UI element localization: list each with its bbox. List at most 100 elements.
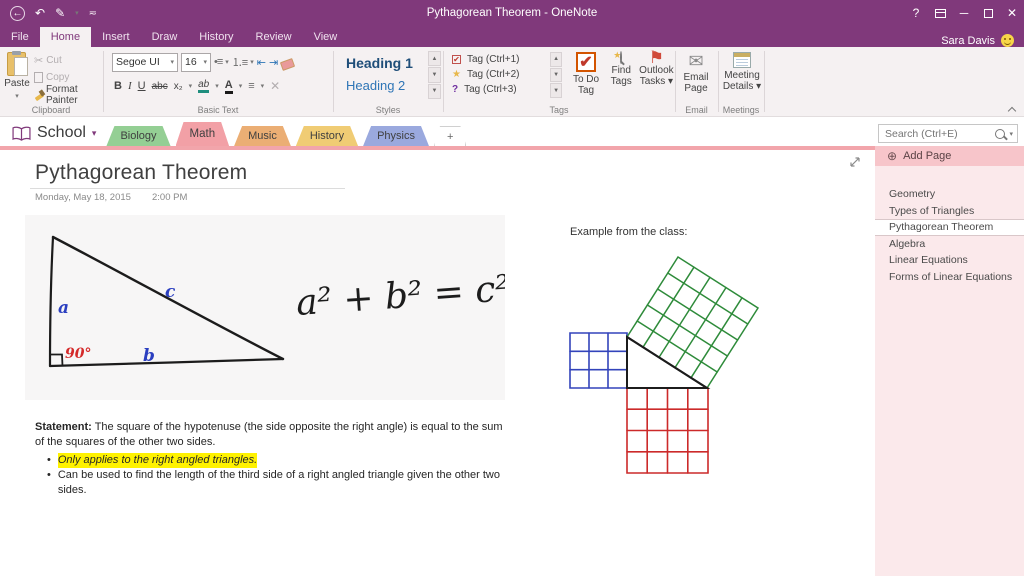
find-tags-label: Find Tags <box>611 65 632 87</box>
ribbon-display-options-button[interactable] <box>928 0 952 26</box>
decrease-indent-icon[interactable]: ⇤ <box>257 56 266 69</box>
tab-review[interactable]: Review <box>245 27 303 47</box>
quick-access-toolbar: ← ↶ ✎ ▾ ≂ <box>0 6 97 21</box>
user-account[interactable]: Sara Davis <box>941 34 1024 47</box>
search-icon[interactable] <box>995 129 1005 139</box>
page-list-item[interactable]: Forms of Linear Equations <box>875 269 1024 286</box>
numbered-list-icon[interactable]: ⒈≡ <box>232 54 247 70</box>
search-box[interactable]: ▾ <box>878 124 1018 143</box>
section-tab-math[interactable]: Math <box>176 122 230 146</box>
font-name-select[interactable]: Segoe UI ▾ <box>112 53 178 72</box>
minimize-button[interactable]: ─ <box>952 0 976 26</box>
highlight-button[interactable]: ab <box>198 79 209 93</box>
section-tab-biology[interactable]: Biology <box>106 126 170 146</box>
meeting-details-button[interactable]: Meeting Details ▾ <box>721 49 763 103</box>
increase-indent-icon[interactable]: ⇥ <box>269 56 278 69</box>
clear-button[interactable]: ✕ <box>270 79 280 93</box>
font-size-select[interactable]: 16 ▾ <box>181 53 211 72</box>
style-heading1[interactable]: Heading 1 <box>340 51 426 74</box>
tab-view[interactable]: View <box>303 27 349 47</box>
back-icon[interactable]: ← <box>10 6 25 21</box>
cut-button[interactable]: ✂ Cut <box>32 53 102 69</box>
new-section-tab[interactable]: + <box>434 126 466 146</box>
search-scope-dropdown-icon[interactable]: ▾ <box>1009 130 1013 138</box>
statement-label: Statement: <box>35 421 92 433</box>
notebook-name: School <box>37 124 86 142</box>
notebook-icon <box>12 126 31 141</box>
clear-formatting-icon[interactable] <box>280 58 295 71</box>
touch-mouse-mode-icon[interactable]: ✎ <box>55 6 65 20</box>
bullet-list-icon[interactable]: •≡ <box>214 56 222 68</box>
collapse-ribbon-icon[interactable] <box>1009 106 1016 113</box>
strikethrough-button[interactable]: abc <box>152 81 168 92</box>
statement-block[interactable]: Statement: The square of the hypotenuse … <box>35 420 511 498</box>
style-heading2[interactable]: Heading 2 <box>340 74 426 97</box>
undo-icon[interactable]: ↶ <box>35 6 45 20</box>
tab-file[interactable]: File <box>0 27 40 47</box>
bullet-dropdown-icon[interactable]: ▾ <box>225 58 229 66</box>
search-input[interactable] <box>885 128 991 140</box>
bullet-dot: • <box>47 468 51 498</box>
paste-button[interactable]: Paste ▾ <box>2 49 32 103</box>
section-tab-physics[interactable]: Physics <box>363 126 429 146</box>
notebook-switcher[interactable]: School ▾ <box>0 124 106 146</box>
font-color-button[interactable]: A <box>225 79 233 94</box>
highlight-dropdown-icon[interactable]: ▾ <box>215 82 219 90</box>
outlook-flag-icon: ⚑ <box>649 52 664 63</box>
full-page-view-icon[interactable] <box>849 156 861 168</box>
number-dropdown-icon[interactable]: ▾ <box>250 58 254 66</box>
tab-insert[interactable]: Insert <box>91 27 141 47</box>
styles-scroll-up-icon[interactable]: ▲ <box>428 51 441 66</box>
page-list-item[interactable]: Geometry <box>875 186 1024 203</box>
section-tab-music[interactable]: Music <box>234 126 291 146</box>
subscript-button[interactable]: x₂ <box>174 81 183 92</box>
paragraph-align-button[interactable]: ≡ <box>248 80 254 92</box>
underline-button[interactable]: U <box>138 80 146 92</box>
add-page-button[interactable]: ⊕ Add Page <box>875 146 1024 166</box>
find-tags-button[interactable]: ★ Find Tags <box>604 49 639 103</box>
tags-more-icon[interactable]: ▼ <box>550 83 563 98</box>
page-canvas[interactable]: Pythagorean Theorem Monday, May 18, 2015… <box>0 150 875 576</box>
squares-proof-drawing[interactable] <box>560 245 785 480</box>
tag-ctrl3[interactable]: ? Tag (Ctrl+3) <box>446 82 548 97</box>
format-painter-button[interactable]: Format Painter <box>32 86 102 103</box>
touch-mode-dropdown-icon[interactable]: ▾ <box>75 9 79 17</box>
customize-qat-icon[interactable]: ≂ <box>89 8 97 19</box>
page-list-item[interactable]: Pythagorean Theorem <box>875 219 1024 236</box>
bold-button[interactable]: B <box>114 80 122 92</box>
align-dropdown-icon[interactable]: ▾ <box>261 82 265 90</box>
todo-tag-label: To Do Tag <box>573 74 599 96</box>
cut-icon: ✂ <box>34 54 43 67</box>
page-list-item[interactable]: Types of Triangles <box>875 203 1024 220</box>
page-list-item[interactable]: Linear Equations <box>875 252 1024 269</box>
styles-scroll-down-icon[interactable]: ▼ <box>428 67 441 82</box>
tab-history[interactable]: History <box>188 27 244 47</box>
todo-tag-button[interactable]: ✔ To Do Tag <box>568 49 603 103</box>
maximize-button[interactable] <box>976 0 1000 26</box>
email-page-button[interactable]: ✉ Email Page <box>678 49 714 103</box>
tab-draw[interactable]: Draw <box>141 27 189 47</box>
section-tab-history[interactable]: History <box>296 126 358 146</box>
subscript-dropdown-icon[interactable]: ▾ <box>189 82 193 90</box>
tag-ctrl2[interactable]: ★ Tag (Ctrl+2) <box>446 67 548 82</box>
tags-scroll-up-icon[interactable]: ▲ <box>550 52 563 67</box>
close-button[interactable]: ✕ <box>1000 0 1024 26</box>
paste-label: Paste <box>4 78 30 89</box>
example-caption[interactable]: Example from the class: <box>570 226 687 238</box>
styles-more-icon[interactable]: ▼ <box>428 84 441 99</box>
outlook-tasks-label: Outlook Tasks ▾ <box>639 65 673 87</box>
page-list-item[interactable]: Algebra <box>875 236 1024 253</box>
italic-button[interactable]: I <box>128 80 132 92</box>
outlook-tasks-button[interactable]: ⚑ Outlook Tasks ▾ <box>639 49 674 103</box>
find-tags-icon: ★ <box>620 52 622 63</box>
meeting-details-label: Meeting Details ▾ <box>723 70 761 92</box>
tab-home[interactable]: Home <box>40 27 91 47</box>
triangle-ink-drawing[interactable]: a c b 90° a² + b² = c² <box>25 215 505 400</box>
tags-scroll-down-icon[interactable]: ▼ <box>550 68 563 83</box>
page-title[interactable]: Pythagorean Theorem <box>35 161 247 185</box>
tag-ctrl1[interactable]: ✔ Tag (Ctrl+1) <box>446 52 548 67</box>
bullet2-text: Can be used to find the length of the th… <box>58 468 511 498</box>
group-email: ✉ Email Page Email <box>676 47 719 116</box>
font-color-dropdown-icon[interactable]: ▾ <box>239 82 243 90</box>
help-button[interactable]: ? <box>904 0 928 26</box>
